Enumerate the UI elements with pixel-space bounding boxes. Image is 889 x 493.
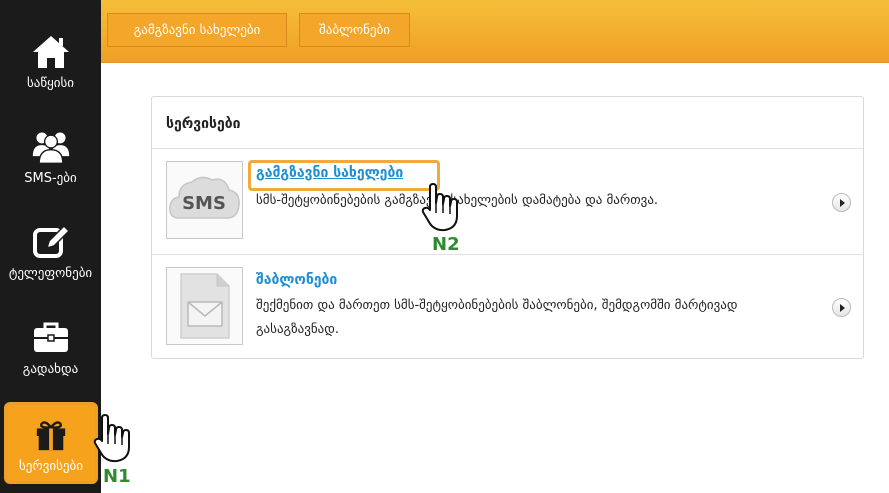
home-icon [32,36,69,68]
envelope-thumbnail[interactable] [166,267,243,345]
sidebar: საწყისი SMS-ები ტელეფონები გადახდა სერვი… [0,0,101,493]
templates-button[interactable]: შაბლონები [299,13,410,47]
service-row-templates: შაბლონები შექმენით და მართეთ სმს-შეტყობი… [152,256,863,361]
sender-names-button[interactable]: გამგზავნი სახელები [107,13,287,47]
envelope-icon [180,273,230,339]
services-panel: სერვისები SMS გამგზავნი სახელები სმს-შეტ… [151,96,864,359]
sidebar-item-label: SMS-ები [24,171,77,186]
open-sender-names-button[interactable] [832,193,851,212]
sidebar-item-payment[interactable]: გადახდა [0,300,101,396]
sidebar-item-label: საწყისი [26,76,75,91]
sms-thumb-text: SMS [182,193,226,214]
sms-cloud-thumbnail[interactable]: SMS [166,161,243,239]
gift-icon [36,421,66,451]
sidebar-item-label: გადახდა [22,362,79,377]
step-marker-n2: N2 [432,234,460,255]
step-marker-n1: N1 [103,466,131,487]
hand-cursor-icon [421,183,458,232]
sidebar-item-sms[interactable]: SMS-ები [0,109,101,205]
services-panel-header: სერვისები [152,97,863,149]
services-panel-title: სერვისები [166,116,241,132]
users-icon [32,132,69,165]
sidebar-item-services[interactable]: სერვისები [4,402,98,484]
sms-cloud-icon: SMS [169,176,240,219]
sidebar-item-phones[interactable]: ტელეფონები [0,204,101,300]
sender-names-highlight [248,160,440,191]
edit-icon [32,224,70,258]
briefcase-icon [33,322,68,352]
sidebar-item-label: სერვისები [19,459,83,474]
hand-cursor-icon [93,414,130,463]
open-templates-button[interactable] [832,298,851,317]
sidebar-item-home[interactable]: საწყისი [0,14,101,110]
templates-description: შექმენით და მართეთ სმს-შეტყობინებების შა… [256,298,738,337]
sender-names-description: სმს-შეტყობინებების გამგზავნი სახელების დ… [256,193,659,208]
templates-link[interactable]: შაბლონები [256,272,337,288]
sidebar-item-label: ტელეფონები [8,266,93,281]
top-toolbar: გამგზავნი სახელები შაბლონები [101,0,889,63]
